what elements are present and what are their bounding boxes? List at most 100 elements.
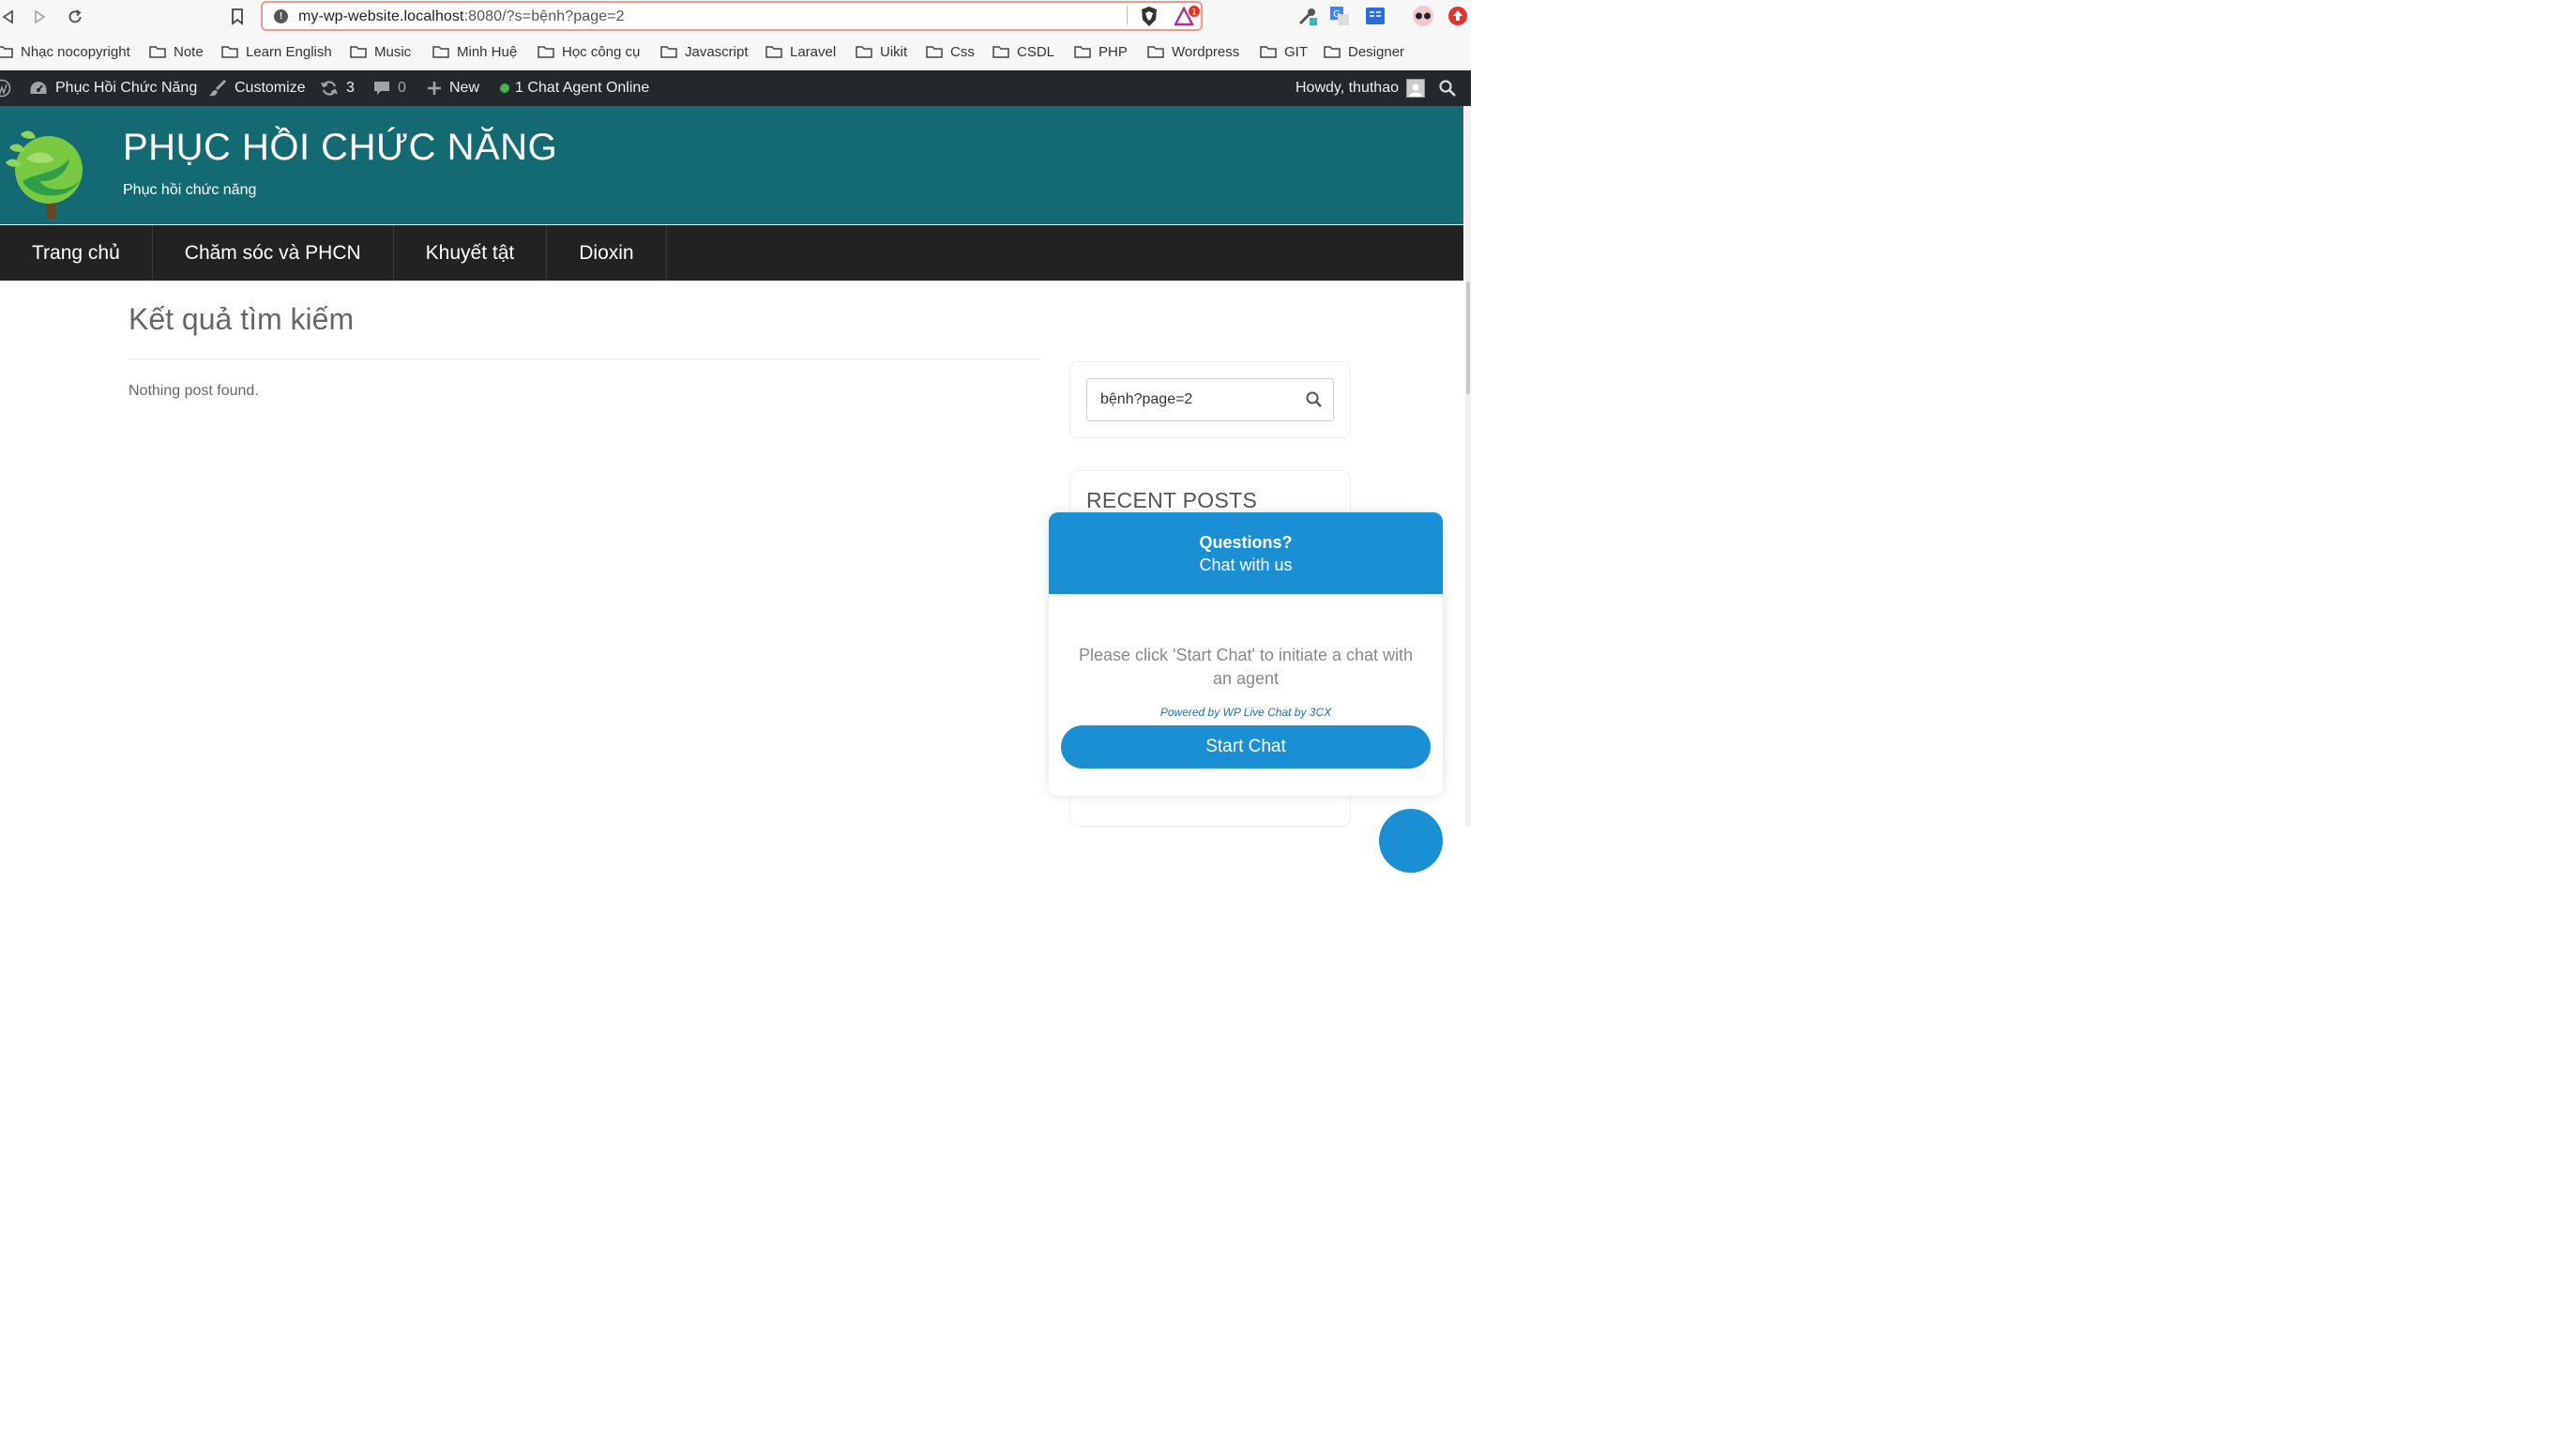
nav-item-dioxin[interactable]: Dioxin <box>547 225 667 281</box>
bookmark-label: CSDL <box>1017 43 1055 60</box>
bookmark-item[interactable]: Wordpress <box>1147 42 1239 61</box>
chat-subtitle: Chat with us <box>1199 556 1293 574</box>
chat-header[interactable]: Questions? Chat with us <box>1049 512 1443 594</box>
forward-icon[interactable] <box>29 6 52 28</box>
admin-site-link[interactable]: Phục Hồi Chức Năng <box>29 70 197 106</box>
address-divider <box>1127 7 1128 25</box>
brave-rewards-icon[interactable]: 1 <box>1174 6 1201 33</box>
chat-launcher-button[interactable] <box>1379 809 1443 873</box>
comments-count: 0 <box>398 80 406 96</box>
bookmark-item[interactable]: CSDL <box>993 42 1054 61</box>
nav-item-disability[interactable]: Khuyết tật <box>394 225 548 281</box>
browser-toolbar: ! my-wp-website.localhost:8080/?s=bệnh?p… <box>0 0 1471 34</box>
site-title[interactable]: PHỤC HỒI CHỨC NĂNG <box>123 127 557 169</box>
bookmark-label: Wordpress <box>1172 43 1240 60</box>
avatar <box>1406 79 1425 98</box>
folder-icon <box>1147 46 1164 58</box>
updates-link[interactable]: 3 <box>320 70 355 106</box>
address-bar[interactable]: ! my-wp-website.localhost:8080/?s=bệnh?p… <box>261 1 1203 31</box>
upload-extension-icon[interactable] <box>1447 6 1468 26</box>
bookmark-item[interactable]: Music <box>350 42 411 61</box>
chat-status-label: 1 Chat Agent Online <box>515 80 650 96</box>
bookmark-item[interactable]: Nhạc nocopyright <box>0 42 130 61</box>
bookmark-label: GIT <box>1284 43 1308 60</box>
bookmark-item[interactable]: Javascript <box>660 42 749 61</box>
folder-icon <box>926 46 943 58</box>
bookmark-item[interactable]: GIT <box>1260 42 1308 61</box>
tree-logo-icon[interactable] <box>2 121 88 229</box>
bookmark-item[interactable]: Uikit <box>856 42 907 61</box>
bookmark-item[interactable]: Css <box>926 42 975 61</box>
page-title: Kết quả tìm kiếm <box>129 302 355 336</box>
bookmark-item[interactable]: Minh Huệ <box>432 42 517 61</box>
howdy-label: Howdy, thuthao <box>1296 80 1399 96</box>
new-label: New <box>449 80 480 96</box>
comment-icon <box>373 80 390 97</box>
bookmark-label: PHP <box>1099 43 1128 60</box>
new-content-link[interactable]: New <box>427 70 479 106</box>
eyedropper-extension-icon[interactable] <box>1297 6 1318 26</box>
back-icon[interactable] <box>0 6 19 28</box>
folder-icon <box>993 46 1009 58</box>
bookmark-item[interactable]: Học công cụ <box>538 42 640 61</box>
bookmarks-bar: Nhạc nocopyright Note Learn English Musi… <box>0 34 1471 69</box>
nav-item-care[interactable]: Chăm sóc và PHCN <box>153 225 394 281</box>
page-scrollbar[interactable] <box>1465 106 1471 827</box>
updates-icon <box>320 79 339 98</box>
scrollbar-thumb[interactable] <box>1466 282 1470 394</box>
search-icon[interactable] <box>1305 390 1324 414</box>
nav-item-home[interactable]: Trang chủ <box>0 225 153 281</box>
comments-link[interactable]: 0 <box>373 70 406 106</box>
chat-status-link[interactable]: 1 Chat Agent Online <box>500 70 649 106</box>
bookmark-page-icon[interactable] <box>226 6 249 28</box>
dashboard-icon <box>29 80 48 97</box>
bookmark-item[interactable]: Designer <box>1324 42 1404 61</box>
folder-icon <box>660 46 677 58</box>
start-chat-button[interactable]: Start Chat <box>1061 725 1431 769</box>
glasses-extension-icon[interactable] <box>1412 6 1433 26</box>
customize-link[interactable]: Customize <box>208 70 306 106</box>
bookmark-label: Learn English <box>246 43 332 60</box>
bookmark-label: Laravel <box>790 43 837 60</box>
site-info-icon[interactable]: ! <box>274 9 288 23</box>
folder-icon <box>765 46 782 58</box>
bookmark-label: Designer <box>1348 43 1405 60</box>
bookmark-label: Uikit <box>880 43 908 60</box>
bookmark-item[interactable]: Laravel <box>765 42 836 61</box>
bookmark-item[interactable]: PHP <box>1074 42 1128 61</box>
bookmark-label: Nhạc nocopyright <box>21 43 130 60</box>
svg-text:1: 1 <box>1191 8 1197 18</box>
folder-icon <box>0 46 13 58</box>
folder-icon <box>432 46 449 58</box>
reader-extension-icon[interactable] <box>1365 6 1386 26</box>
bookmark-label: Học công cụ <box>562 43 641 60</box>
chat-question: Questions? <box>1199 533 1293 552</box>
wordpress-logo-icon[interactable] <box>0 70 11 106</box>
bookmark-item[interactable]: Learn English <box>221 42 332 61</box>
folder-icon <box>350 46 367 58</box>
bookmark-label: Music <box>374 43 412 60</box>
reload-icon[interactable] <box>64 6 86 28</box>
bookmark-label: Javascript <box>685 43 749 60</box>
site-tagline: Phục hồi chức năng <box>123 182 257 198</box>
recent-posts-title: RECENT POSTS <box>1086 488 1258 512</box>
admin-site-name: Phục Hồi Chức Năng <box>55 80 198 96</box>
updates-count: 3 <box>346 80 355 96</box>
admin-search-icon[interactable] <box>1438 70 1457 106</box>
folder-icon <box>149 46 166 58</box>
folder-icon <box>538 46 554 58</box>
search-input[interactable]: bệnh?page=2 <box>1086 378 1334 421</box>
paintbrush-icon <box>208 79 227 98</box>
google-translate-icon[interactable]: G <box>1329 6 1350 26</box>
bookmark-label: Css <box>950 43 975 60</box>
plus-icon <box>427 81 442 96</box>
live-chat-box: Questions? Chat with us Please click 'St… <box>1049 512 1443 796</box>
brave-shield-icon[interactable] <box>1139 6 1159 33</box>
bookmark-item[interactable]: Note <box>149 42 204 61</box>
customize-label: Customize <box>235 80 306 96</box>
account-menu[interactable]: Howdy, thuthao <box>1296 70 1425 106</box>
chat-powered-link[interactable]: Powered by WP Live Chat by 3CX <box>1049 706 1443 719</box>
address-url: my-wp-website.localhost:8080/?s=bệnh?pag… <box>298 8 625 24</box>
main-nav: Trang chủ Chăm sóc và PHCN Khuyết tật Di… <box>0 225 1463 281</box>
search-input-value: bệnh?page=2 <box>1100 391 1193 407</box>
